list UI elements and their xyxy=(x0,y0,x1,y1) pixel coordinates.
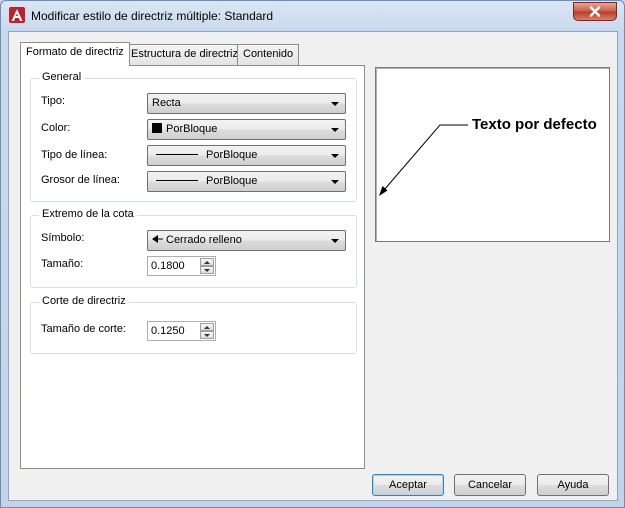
dialog-client-area: Formato de directriz Estructura de direc… xyxy=(8,31,618,501)
break-size-increment-button[interactable] xyxy=(200,323,214,331)
lineweight-value: PorBloque xyxy=(206,175,258,187)
color-dropdown[interactable]: PorBloque xyxy=(147,119,346,140)
group-title-leader-break: Corte de directriz xyxy=(39,295,129,307)
linetype-label: Tipo de línea: xyxy=(41,149,108,161)
group-title-arrowhead: Extremo de la cota xyxy=(39,208,137,220)
tab-contenido[interactable]: Contenido xyxy=(237,44,300,65)
help-button[interactable]: Ayuda xyxy=(537,474,609,496)
leader-preview-drawing xyxy=(379,124,468,196)
group-arrowhead: Extremo de la cota Símbolo: Cerrado rell… xyxy=(30,208,357,288)
lineweight-label: Grosor de línea: xyxy=(41,174,120,186)
linetype-value: PorBloque xyxy=(206,149,258,161)
chevron-down-icon xyxy=(331,239,339,243)
tab-panel-formato: General Tipo: Recta Color: PorBloque Tip… xyxy=(20,65,365,469)
color-swatch-icon xyxy=(152,123,162,133)
break-size-spin-buttons xyxy=(200,323,214,339)
size-value: 0.1800 xyxy=(151,260,185,272)
break-size-value: 0.1250 xyxy=(151,325,185,337)
size-increment-button[interactable] xyxy=(200,258,214,266)
arrow-up-icon xyxy=(204,325,210,329)
tab-label: Formato de directriz xyxy=(26,46,124,58)
close-icon xyxy=(589,6,601,17)
close-button[interactable] xyxy=(573,2,617,21)
break-size-spinner[interactable]: 0.1250 xyxy=(147,321,216,341)
arrow-up-icon xyxy=(204,260,210,264)
chevron-down-icon xyxy=(331,180,339,184)
linetype-sample-icon xyxy=(156,154,198,155)
size-spinner[interactable]: 0.1800 xyxy=(147,256,216,276)
symbol-label: Símbolo: xyxy=(41,232,85,244)
dialog-window: Modificar estilo de directriz múltiple: … xyxy=(0,0,625,508)
ok-button[interactable]: Aceptar xyxy=(372,474,444,496)
chevron-down-icon xyxy=(331,128,339,132)
size-decrement-button[interactable] xyxy=(200,266,214,274)
lineweight-dropdown[interactable]: PorBloque xyxy=(147,171,346,192)
symbol-dropdown[interactable]: Cerrado relleno xyxy=(147,230,346,251)
color-value: PorBloque xyxy=(166,123,218,135)
break-size-decrement-button[interactable] xyxy=(200,331,214,339)
closed-filled-arrow-icon xyxy=(152,235,163,243)
lineweight-sample-icon xyxy=(156,180,198,181)
tab-label: Estructura de directriz xyxy=(131,48,238,60)
window-title: Modificar estilo de directriz múltiple: … xyxy=(31,9,274,23)
break-size-label: Tamaño de corte: xyxy=(41,323,126,335)
group-leader-break: Corte de directriz Tamaño de corte: 0.12… xyxy=(30,295,357,354)
tab-estructura-de-directriz[interactable]: Estructura de directriz xyxy=(125,44,244,65)
tipo-dropdown[interactable]: Recta xyxy=(147,93,346,114)
preview-text: Texto por defecto xyxy=(472,116,597,133)
tab-label: Contenido xyxy=(243,48,294,60)
autocad-app-icon xyxy=(9,7,25,23)
title-bar[interactable]: Modificar estilo de directriz múltiple: … xyxy=(1,1,624,31)
chevron-down-icon xyxy=(331,102,339,106)
arrow-down-icon xyxy=(204,268,210,272)
group-general: General Tipo: Recta Color: PorBloque Tip… xyxy=(30,71,357,202)
arrow-down-icon xyxy=(204,333,210,337)
size-label: Tamaño: xyxy=(41,258,84,270)
tab-formato-de-directriz[interactable]: Formato de directriz xyxy=(20,42,130,66)
symbol-value: Cerrado relleno xyxy=(166,234,242,246)
tipo-label: Tipo: xyxy=(41,95,66,107)
tipo-value: Recta xyxy=(152,97,181,109)
color-label: Color: xyxy=(41,122,71,134)
leader-preview: Texto por defecto xyxy=(375,67,610,242)
group-title-general: General xyxy=(39,71,85,83)
size-spin-buttons xyxy=(200,258,214,274)
chevron-down-icon xyxy=(331,154,339,158)
cancel-button[interactable]: Cancelar xyxy=(454,474,526,496)
linetype-dropdown[interactable]: PorBloque xyxy=(147,145,346,166)
